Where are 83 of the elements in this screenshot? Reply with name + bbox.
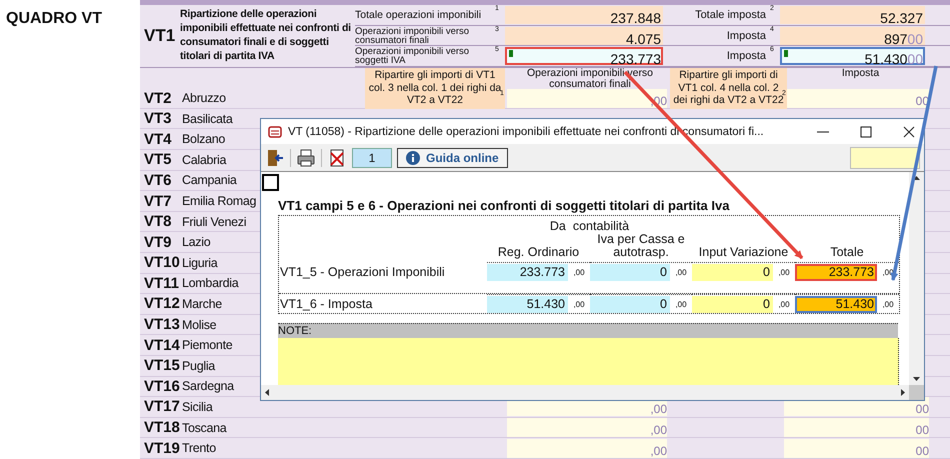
row-code: VT13: [143, 316, 180, 334]
region-name: Lazio: [181, 235, 212, 250]
region-name: Piemonte: [181, 338, 234, 352]
amount-field[interactable]: 0: [692, 296, 773, 312]
row-code: VT18: [143, 419, 180, 436]
region-name: Lombardia: [181, 276, 240, 290]
region-name: Puglia: [181, 358, 216, 373]
amount-field[interactable]: 00: [784, 438, 929, 458]
decimals-label: ,00: [572, 268, 586, 276]
decimals-label: ,00: [777, 300, 791, 308]
row-label: VT1_5 - Operazioni Imponibili: [279, 265, 446, 281]
amount-field[interactable]: 00: [784, 418, 929, 438]
amount-field[interactable]: 233.773: [487, 264, 568, 280]
row-code: VT12: [143, 295, 180, 312]
row-code: VT6: [143, 172, 173, 189]
field-label: Imposta: [726, 50, 767, 62]
row-code: VT4: [143, 130, 173, 148]
row-code: VT2: [143, 90, 173, 107]
column-header: Input Variazione: [698, 246, 790, 261]
row-code: VT8: [143, 213, 173, 230]
notes-header: NOTE:: [278, 323, 898, 338]
region-name: Basilicata: [181, 112, 234, 126]
decimals-label: ,00: [881, 300, 895, 308]
field-label: Imposta: [726, 30, 767, 42]
field-label: Totale imposta: [694, 8, 767, 21]
region-name: Emilia Romag: [181, 194, 258, 208]
amount-field[interactable]: ,00: [507, 418, 667, 438]
region-name: Marche: [181, 296, 223, 311]
field-label: Operazioni imponibili verso soggetti IVA: [355, 47, 470, 66]
region-name: Sicilia: [181, 400, 214, 414]
row-code: VT17: [143, 398, 180, 416]
row-code: VT1: [143, 26, 176, 46]
column-header: Reg. Ordinario: [496, 246, 580, 261]
row-code: VT3: [143, 110, 173, 128]
row-label: VT1_6 - Imposta: [279, 297, 374, 313]
amount-field[interactable]: 4.075: [505, 26, 663, 44]
row-description: Ripartizione delle operazioni imponibili effettuate nei confronti di consumatori finali e di soggetti titolari di partita IVA: [180, 7, 352, 64]
region-name: Abruzzo: [181, 91, 227, 106]
amount-field[interactable]: 51.430: [795, 296, 877, 312]
row-code: VT9: [143, 234, 173, 251]
row-code: VT14: [143, 336, 180, 354]
help-button[interactable]: Guida online: [397, 148, 508, 168]
decimals-label: ,00: [674, 300, 688, 308]
amount-field[interactable]: 0: [590, 264, 670, 280]
field-label: Operazioni imponibili verso consumatori finali: [355, 26, 470, 44]
decimals-label: ,00: [572, 300, 586, 308]
row-code: VT16: [143, 378, 180, 395]
amount-field[interactable]: 0: [692, 264, 773, 280]
page-number: 1: [352, 148, 392, 168]
amount-field[interactable]: 52.327: [780, 6, 925, 24]
row-code: VT10: [143, 254, 180, 272]
amount-field[interactable]: ,00: [507, 438, 667, 458]
amount-field[interactable]: 233.773: [795, 264, 877, 280]
row-code: VT15: [143, 357, 180, 374]
amount-field[interactable]: 89700: [780, 26, 925, 44]
column-header: Totale: [829, 246, 865, 261]
region-name: Calabria: [181, 152, 228, 167]
row-code: VT19: [143, 440, 180, 457]
column-header: Operazioni imponibili verso consumatori finali: [526, 68, 654, 90]
row-code: VT5: [143, 151, 173, 168]
section-title: QUADRO VT: [6, 10, 102, 27]
amount-field[interactable]: 0: [590, 296, 670, 312]
row-code: VT11: [143, 274, 180, 292]
column-group-header: Da contabilità: [548, 218, 630, 233]
region-name: Sardegna: [181, 379, 236, 394]
decimals-label: ,00: [777, 268, 791, 276]
column-header: Iva per Cassa e autotrasp.: [596, 233, 686, 261]
region-name: Molise: [181, 318, 218, 332]
section-heading: VT1 campi 5 e 6 - Operazioni nei confronti di soggetti titolari di partita Iva: [278, 198, 730, 213]
region-name: Toscana: [181, 420, 228, 435]
field-label: Totale operazioni imponibili: [355, 10, 482, 20]
region-name: Campania: [181, 173, 238, 188]
amount-field[interactable]: 237.848: [505, 6, 663, 24]
amount-field[interactable]: 51.43000: [780, 47, 925, 66]
column-header: Imposta: [840, 68, 880, 79]
decimals-label: ,00: [674, 268, 688, 276]
region-name: Bolzano: [181, 132, 226, 146]
row-code: VT7: [143, 192, 173, 210]
amount-field[interactable]: 51.430: [487, 296, 568, 312]
amount-field[interactable]: 233.773: [505, 47, 663, 66]
region-name: Trento: [181, 441, 217, 456]
region-name: Liguria: [181, 256, 219, 270]
region-name: Friuli Venezi: [181, 214, 248, 229]
